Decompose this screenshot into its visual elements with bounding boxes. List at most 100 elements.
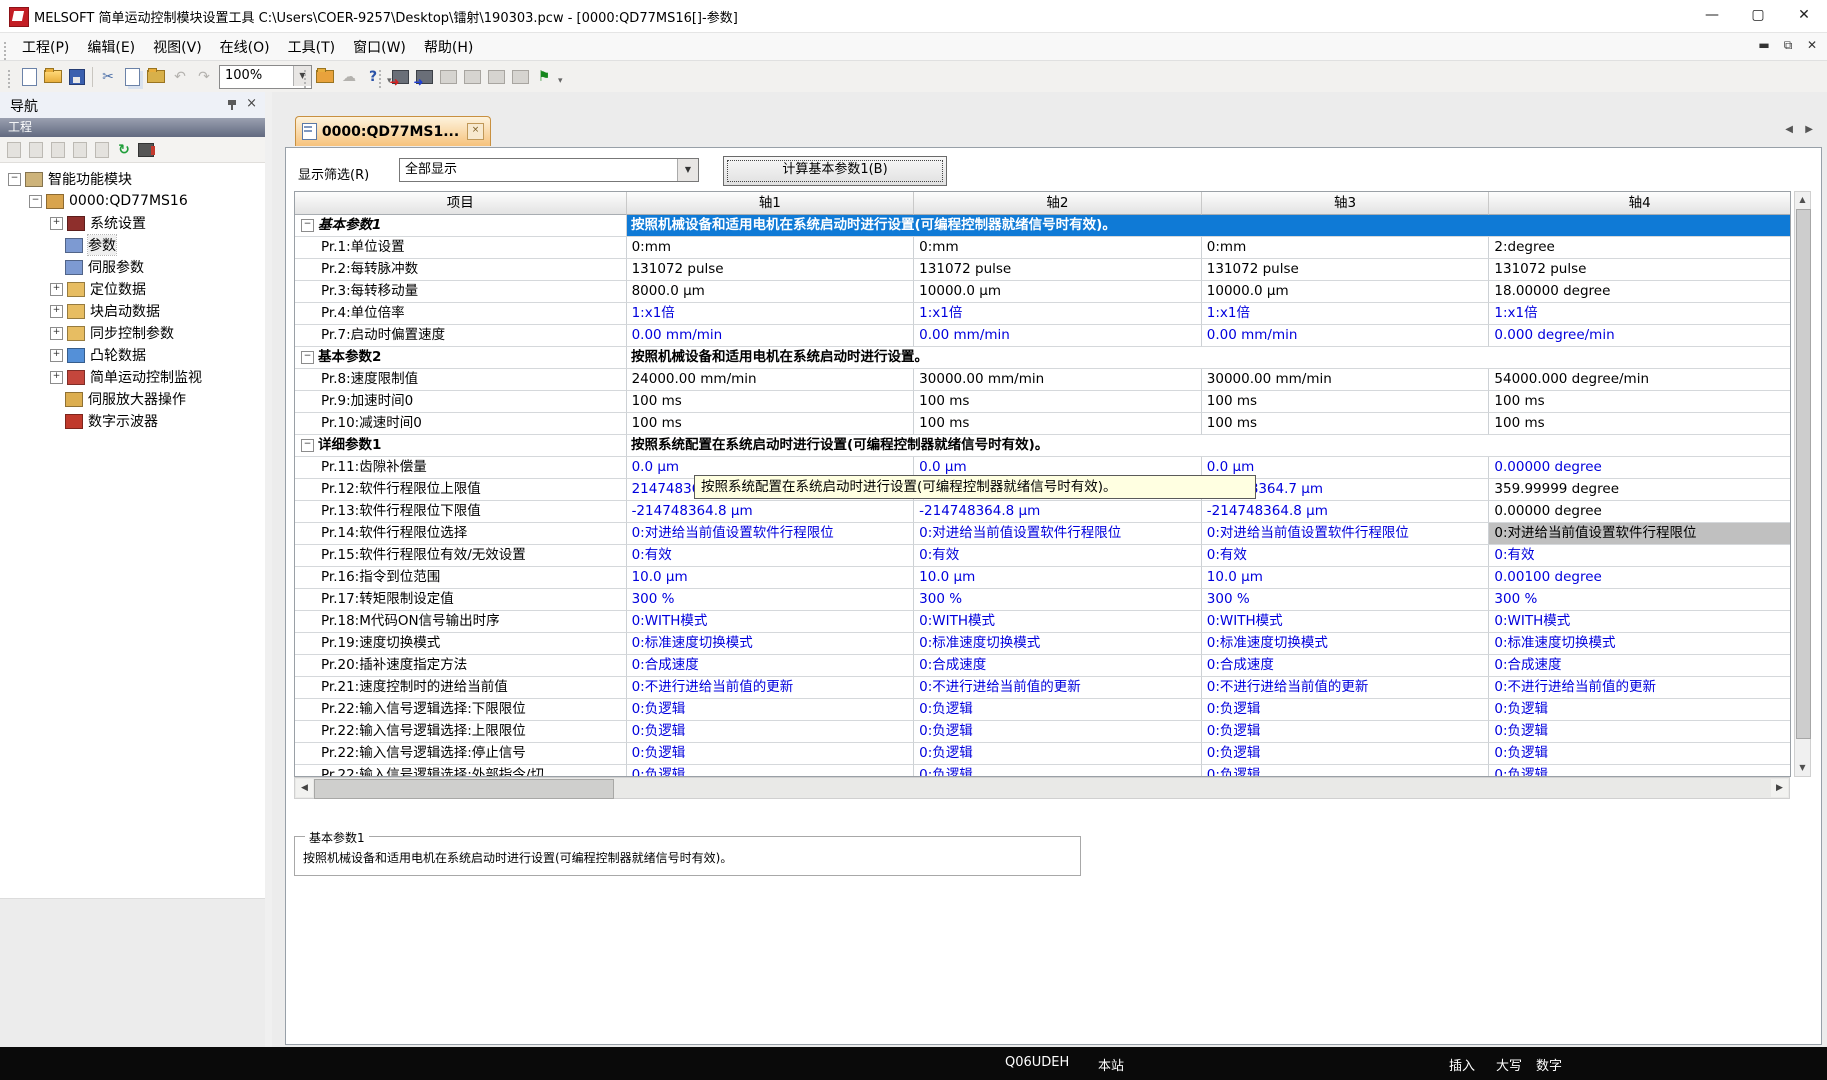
vertical-scrollbar[interactable]: ▲ ▼ — [1794, 191, 1811, 777]
value-cell[interactable]: 10000.0 μm — [1202, 281, 1490, 303]
value-cell[interactable]: 100 ms — [914, 413, 1202, 435]
value-cell[interactable]: 100 ms — [914, 391, 1202, 413]
param-row-label[interactable]: Pr.9:加速时间0 — [295, 391, 627, 413]
value-cell[interactable]: 54000.000 degree/min — [1489, 369, 1790, 391]
value-cell[interactable]: 131072 pulse — [627, 259, 915, 281]
value-cell[interactable]: 100 ms — [1202, 413, 1490, 435]
pin-icon[interactable] — [227, 100, 237, 110]
value-cell[interactable]: 0:合成速度 — [1489, 655, 1790, 677]
cut-button[interactable]: ✂ — [97, 66, 119, 88]
value-cell[interactable]: 0:负逻辑 — [1489, 765, 1790, 777]
collapse-icon[interactable]: − — [301, 439, 314, 452]
value-cell[interactable]: 0:有效 — [1202, 545, 1490, 567]
panel-splitter[interactable] — [265, 92, 272, 1047]
value-cell[interactable]: 0:负逻辑 — [914, 721, 1202, 743]
read-from-module-button[interactable]: ➜ — [413, 66, 435, 88]
mdi-close-icon[interactable]: ✕ — [1801, 38, 1823, 52]
column-header-axis4[interactable]: 轴4 — [1489, 192, 1790, 215]
value-cell[interactable]: 0:mm — [914, 237, 1202, 259]
monitor-button-3[interactable] — [485, 66, 507, 88]
expand-icon[interactable]: + — [50, 371, 63, 384]
value-cell[interactable]: 0:有效 — [914, 545, 1202, 567]
value-cell[interactable]: 0:有效 — [1489, 545, 1790, 567]
value-cell[interactable]: -214748364.8 μm — [1202, 501, 1490, 523]
value-cell[interactable]: 1:x1倍 — [1202, 303, 1490, 325]
expand-icon[interactable]: + — [50, 305, 63, 318]
param-row-label[interactable]: Pr.18:M代码ON信号输出时序 — [295, 611, 627, 633]
value-cell[interactable]: 0:有效 — [627, 545, 915, 567]
value-cell[interactable]: 0:负逻辑 — [1202, 765, 1490, 777]
horizontal-scroll-thumb[interactable] — [314, 779, 614, 799]
value-cell[interactable]: 131072 pulse — [1489, 259, 1790, 281]
value-cell[interactable]: 0:不进行进给当前值的更新 — [1202, 677, 1490, 699]
expand-icon[interactable]: + — [50, 349, 63, 362]
write-to-module-button[interactable]: ➜ — [389, 66, 411, 88]
toolbar-overflow-icon[interactable]: ▾ — [558, 76, 563, 86]
value-cell[interactable]: 10.0 μm — [627, 567, 915, 589]
value-cell[interactable]: 24000.00 mm/min — [627, 369, 915, 391]
tree-item[interactable]: +简单运动控制监视 — [0, 366, 265, 388]
value-cell[interactable]: 0:对进给当前值设置软件行程限位 — [627, 523, 915, 545]
tab-scroll-left-icon[interactable]: ◀ — [1785, 124, 1793, 135]
tree-tool-button-4[interactable] — [70, 140, 90, 160]
value-cell[interactable]: 0:负逻辑 — [1489, 721, 1790, 743]
value-cell[interactable]: 0:合成速度 — [627, 655, 915, 677]
module-list-button[interactable] — [136, 140, 156, 160]
tree-tool-button-5[interactable] — [92, 140, 112, 160]
calc-basic-param-button[interactable]: 计算基本参数1(B) — [723, 156, 947, 186]
value-cell[interactable]: 100 ms — [627, 391, 915, 413]
tree-item[interactable]: +块启动数据 — [0, 300, 265, 322]
value-cell[interactable]: 100 ms — [1202, 391, 1490, 413]
value-cell[interactable]: 0:负逻辑 — [1202, 743, 1490, 765]
value-cell[interactable]: 0:负逻辑 — [1202, 699, 1490, 721]
value-cell[interactable]: 100 ms — [1489, 391, 1790, 413]
collapse-icon[interactable]: − — [29, 195, 42, 208]
start-monitor-button[interactable]: ⚑ — [533, 66, 555, 88]
value-cell[interactable]: 2:degree — [1489, 237, 1790, 259]
value-cell[interactable]: 10.0 μm — [914, 567, 1202, 589]
horizontal-scrollbar[interactable]: ◀ ▶ — [294, 777, 1790, 799]
value-cell[interactable]: 0:WITH模式 — [914, 611, 1202, 633]
tree-item[interactable]: +定位数据 — [0, 278, 265, 300]
vertical-scroll-thumb[interactable] — [1796, 209, 1811, 739]
tree-item[interactable]: +同步控制参数 — [0, 322, 265, 344]
tree-item[interactable]: +系统设置 — [0, 212, 265, 234]
value-cell[interactable]: 0.00000 degree — [1489, 457, 1790, 479]
group-row-label[interactable]: −基本参数2 — [295, 347, 627, 369]
collapse-icon[interactable]: − — [301, 219, 314, 232]
chevron-down-icon[interactable]: ▼ — [677, 159, 698, 181]
value-cell[interactable]: 131072 pulse — [914, 259, 1202, 281]
value-cell[interactable]: 0:标准速度切换模式 — [1489, 633, 1790, 655]
tree-tool-button-2[interactable] — [26, 140, 46, 160]
param-row-label[interactable]: Pr.17:转矩限制设定值 — [295, 589, 627, 611]
value-cell[interactable]: 0.00 mm/min — [1202, 325, 1490, 347]
value-cell[interactable]: 0:负逻辑 — [914, 765, 1202, 777]
param-row-label[interactable]: Pr.22:输入信号逻辑选择:外部指令/切 — [295, 765, 627, 777]
param-row-label[interactable]: Pr.13:软件行程限位下限值 — [295, 501, 627, 523]
param-row-label[interactable]: Pr.10:减速时间0 — [295, 413, 627, 435]
value-cell[interactable]: 0:负逻辑 — [627, 765, 915, 777]
value-cell[interactable]: 300 % — [1489, 589, 1790, 611]
value-cell[interactable]: 1:x1倍 — [627, 303, 915, 325]
value-cell[interactable]: 0:mm — [1202, 237, 1490, 259]
value-cell[interactable]: 0:对进给当前值设置软件行程限位 — [1202, 523, 1490, 545]
value-cell[interactable]: 0:mm — [627, 237, 915, 259]
value-cell[interactable]: 0:不进行进给当前值的更新 — [914, 677, 1202, 699]
undo-button[interactable]: ↶ — [169, 66, 191, 88]
tree-tool-button-1[interactable] — [4, 140, 24, 160]
value-cell[interactable]: 100 ms — [627, 413, 915, 435]
refresh-button[interactable]: ↻ — [114, 140, 134, 160]
column-header-axis3[interactable]: 轴3 — [1202, 192, 1490, 215]
menu-help[interactable]: 帮助(H) — [415, 33, 482, 61]
param-row-label[interactable]: Pr.21:速度控制时的进给当前值 — [295, 677, 627, 699]
value-cell[interactable]: 30000.00 mm/min — [914, 369, 1202, 391]
connection-test-button[interactable]: ☁ — [338, 66, 360, 88]
param-row-label[interactable]: Pr.14:软件行程限位选择 — [295, 523, 627, 545]
value-cell[interactable]: 0:WITH模式 — [1202, 611, 1490, 633]
value-cell[interactable]: 0:WITH模式 — [627, 611, 915, 633]
param-row-label[interactable]: Pr.2:每转脉冲数 — [295, 259, 627, 281]
value-cell[interactable]: 100 ms — [1489, 413, 1790, 435]
tree-item[interactable]: −0000:QD77MS16 — [0, 190, 265, 212]
value-cell[interactable]: 0:WITH模式 — [1489, 611, 1790, 633]
value-cell[interactable]: 0:负逻辑 — [627, 721, 915, 743]
